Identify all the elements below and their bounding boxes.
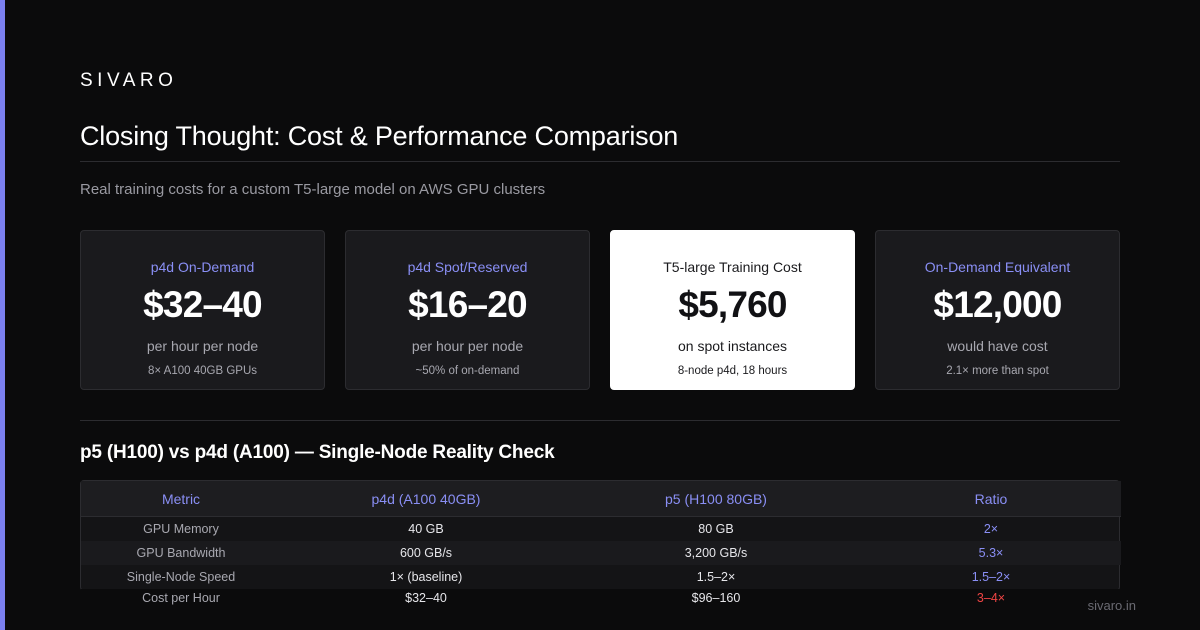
- table-cell: 1× (baseline): [389, 570, 463, 584]
- table-cell-metric: GPU Bandwidth: [136, 546, 226, 560]
- stat-card-value: $5,760: [678, 284, 787, 325]
- stat-card-description: per hour per node: [411, 337, 524, 354]
- stat-card-label: T5-large Training Cost: [663, 259, 802, 275]
- stat-card-p4d-on-demand: p4d On-Demand $32–40 per hour per node 8…: [80, 230, 325, 390]
- stat-card-value: $32–40: [143, 284, 262, 325]
- table-cell-metric: GPU Memory: [143, 522, 219, 536]
- table-cell: 3,200 GB/s: [684, 546, 748, 560]
- table-row: Single-Node Speed 1× (baseline) 1.5–2× 1…: [81, 565, 1121, 589]
- table-cell: 1.5–2×: [696, 570, 736, 584]
- table-cell-ratio: 1.5–2×: [971, 570, 1011, 584]
- stat-card-description: would have cost: [947, 337, 1048, 354]
- stat-card-label: p4d Spot/Reserved: [407, 259, 528, 275]
- table-cell-metric: Cost per Hour: [142, 591, 220, 605]
- table-cell: $96–160: [691, 591, 741, 605]
- stat-card-label: On-Demand Equivalent: [924, 259, 1071, 275]
- title-divider: [80, 161, 1120, 162]
- footer-url: sivaro.in: [1087, 598, 1136, 613]
- table-cell-ratio: 5.3×: [978, 546, 1004, 560]
- table-cell: $32–40: [405, 591, 447, 605]
- brand-logo: SIVARO: [80, 70, 178, 91]
- stat-card-label: p4d On-Demand: [150, 259, 255, 275]
- stat-card-note: 8× A100 40GB GPUs: [148, 364, 257, 377]
- table-cell-ratio: 2×: [983, 522, 999, 536]
- table-header-cell: Metric: [161, 490, 201, 507]
- table-cell: 40 GB: [408, 522, 444, 536]
- table-header-cell: Ratio: [974, 490, 1008, 507]
- stat-card-p4d-spot: p4d Spot/Reserved $16–20 per hour per no…: [345, 230, 590, 390]
- section-title: p5 (H100) vs p4d (A100) — Single-Node Re…: [80, 442, 555, 463]
- stat-card-description: on spot instances: [678, 337, 787, 354]
- table-cell: 80 GB: [698, 522, 734, 536]
- comparison-table: Metric p4d (A100 40GB) p5 (H100 80GB) Ra…: [80, 480, 1121, 607]
- stat-card-note: ~50% of on-demand: [415, 364, 520, 377]
- table-cell-ratio: 3–4×: [976, 591, 1006, 605]
- accent-bar: [0, 0, 5, 630]
- stat-card-training-cost: T5-large Training Cost $5,760 on spot in…: [610, 230, 855, 390]
- page-subtitle: Real training costs for a custom T5-larg…: [80, 181, 546, 198]
- stat-card-note: 8-node p4d, 18 hours: [677, 364, 788, 377]
- table-cell: 600 GB/s: [399, 546, 453, 560]
- table-row: Cost per Hour $32–40 $96–160 3–4×: [81, 589, 1121, 607]
- page-title: Closing Thought: Cost & Performance Comp…: [80, 121, 679, 151]
- table-header-cell: p4d (A100 40GB): [371, 490, 481, 507]
- table-header-cell: p5 (H100 80GB): [665, 490, 767, 507]
- table-row: GPU Bandwidth 600 GB/s 3,200 GB/s 5.3×: [81, 541, 1121, 565]
- section-divider: [80, 420, 1120, 421]
- table-header-row: Metric p4d (A100 40GB) p5 (H100 80GB) Ra…: [81, 481, 1121, 517]
- table-row: GPU Memory 40 GB 80 GB 2×: [81, 517, 1121, 541]
- table-cell-metric: Single-Node Speed: [126, 570, 236, 584]
- stat-card-on-demand-equivalent: On-Demand Equivalent $12,000 would have …: [875, 230, 1120, 390]
- stat-card-value: $12,000: [933, 284, 1062, 325]
- stat-card-value: $16–20: [408, 284, 527, 325]
- stat-cards: p4d On-Demand $32–40 per hour per node 8…: [80, 230, 1120, 390]
- stat-card-description: per hour per node: [146, 337, 259, 354]
- stat-card-note: 2.1× more than spot: [946, 364, 1049, 377]
